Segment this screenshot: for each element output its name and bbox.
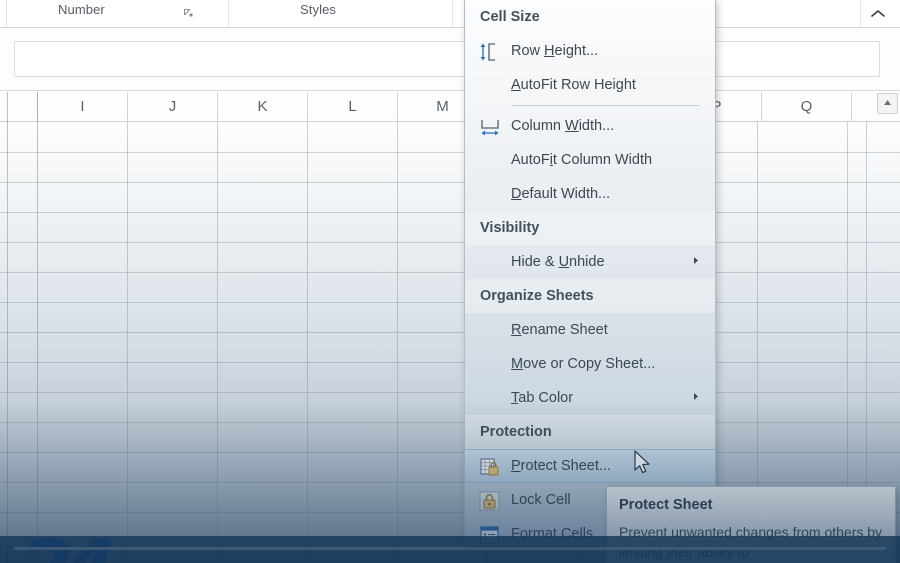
grid-line-horizontal <box>0 422 900 423</box>
ribbon-divider <box>452 0 453 28</box>
menu-item-default-width[interactable]: Default Width... <box>465 177 715 211</box>
menu-item-move-or-copy-sheet[interactable]: Move or Copy Sheet... <box>465 347 715 381</box>
menu-item-label: Row Height... <box>511 43 599 59</box>
menu-item-autofit-column-width[interactable]: AutoFit Column Width <box>465 143 715 177</box>
excel-window: Number Styles I J K L M P Q Cell Size Ro… <box>0 0 900 563</box>
watermark-logo: 24 Weblearn <box>20 530 132 563</box>
menu-item-label: Protect Sheet... <box>511 458 611 474</box>
grid-line-horizontal <box>0 272 900 273</box>
formula-input[interactable] <box>14 41 880 77</box>
chevron-right-icon <box>693 245 699 279</box>
menu-item-label: Default Width... <box>511 186 611 202</box>
column-width-icon <box>479 116 501 136</box>
grid-line-vertical <box>217 122 218 563</box>
menu-item-hide-and-unhide[interactable]: Hide & Unhide <box>465 245 715 279</box>
ribbon-divider <box>6 0 7 28</box>
menu-item-protect-sheet[interactable]: Protect Sheet... <box>465 449 715 483</box>
column-header-I[interactable]: I <box>38 92 128 122</box>
menu-separator <box>511 105 699 106</box>
grid-line-horizontal <box>0 182 900 183</box>
scroll-up-icon[interactable] <box>877 93 898 114</box>
ribbon-strip: Number Styles <box>0 0 900 28</box>
grid-line-vertical <box>307 122 308 563</box>
menu-item-label: AutoFit Column Width <box>511 152 653 168</box>
grid-line-horizontal <box>0 152 900 153</box>
column-header-J[interactable]: J <box>128 92 218 122</box>
menu-section-header-cell-size: Cell Size <box>465 0 715 34</box>
menu-item-label: Format Cells... <box>511 526 606 542</box>
grid-line-horizontal <box>0 392 900 393</box>
ribbon-divider <box>860 0 861 28</box>
column-header-K[interactable]: K <box>218 92 308 122</box>
menu-item-label: Tab Color <box>511 390 574 406</box>
menu-item-label: AutoFit Row Height <box>511 77 636 93</box>
grid-line-horizontal <box>0 482 900 483</box>
menu-section-header-protection: Protection <box>465 415 715 449</box>
tooltip-title: Protect Sheet <box>619 497 713 513</box>
menu-item-label: Rename Sheet <box>511 322 608 338</box>
grid-line-horizontal <box>0 212 900 213</box>
ribbon-divider <box>228 0 229 28</box>
protect-sheet-tooltip: Protect Sheet Prevent unwanted changes f… <box>606 486 896 563</box>
grid-line-vertical <box>37 92 38 563</box>
menu-section-header-visibility: Visibility <box>465 211 715 245</box>
column-header-Q[interactable]: Q <box>762 92 852 122</box>
column-header-corner[interactable] <box>7 92 38 122</box>
menu-section-header-organize-sheets: Organize Sheets <box>465 279 715 313</box>
number-dialog-launcher-icon[interactable] <box>184 8 193 17</box>
grid-line-horizontal <box>0 302 900 303</box>
column-header-row: I J K L M P Q <box>0 92 900 122</box>
grid-line-horizontal <box>0 242 900 243</box>
grid-line-horizontal <box>0 362 900 363</box>
chevron-right-icon <box>693 381 699 415</box>
menu-item-autofit-row-height[interactable]: AutoFit Row Height <box>465 68 715 102</box>
ribbon-group-styles: Styles <box>300 2 337 17</box>
grid-line-horizontal <box>0 332 900 333</box>
menu-item-label: Move or Copy Sheet... <box>511 356 656 372</box>
menu-item-column-width[interactable]: Column Width... <box>465 109 715 143</box>
format-dropdown-menu[interactable]: Cell Size Row Height... AutoFit Row Heig… <box>464 0 716 546</box>
formula-bar-zone <box>0 29 900 91</box>
watermark-number: 24 <box>20 530 132 563</box>
menu-item-label: Lock Cell <box>511 492 571 508</box>
menu-item-rename-sheet[interactable]: Rename Sheet <box>465 313 715 347</box>
collapse-ribbon-icon[interactable] <box>868 4 888 24</box>
tooltip-body: Prevent unwanted changes from others by … <box>619 524 883 560</box>
grid-line-horizontal <box>0 452 900 453</box>
menu-item-row-height[interactable]: Row Height... <box>465 34 715 68</box>
menu-item-label: Hide & Unhide <box>511 254 605 270</box>
column-header-L[interactable]: L <box>308 92 398 122</box>
menu-item-label: Column Width... <box>511 118 615 134</box>
grid-line-vertical <box>127 122 128 563</box>
lock-cell-icon <box>479 490 500 511</box>
row-height-icon <box>479 41 501 61</box>
format-cells-icon <box>479 524 500 544</box>
ribbon-group-number: Number <box>58 2 105 17</box>
grid-line-vertical <box>7 92 8 563</box>
grid-line-vertical <box>397 122 398 563</box>
protect-sheet-icon <box>479 457 500 477</box>
menu-item-tab-color[interactable]: Tab Color <box>465 381 715 415</box>
